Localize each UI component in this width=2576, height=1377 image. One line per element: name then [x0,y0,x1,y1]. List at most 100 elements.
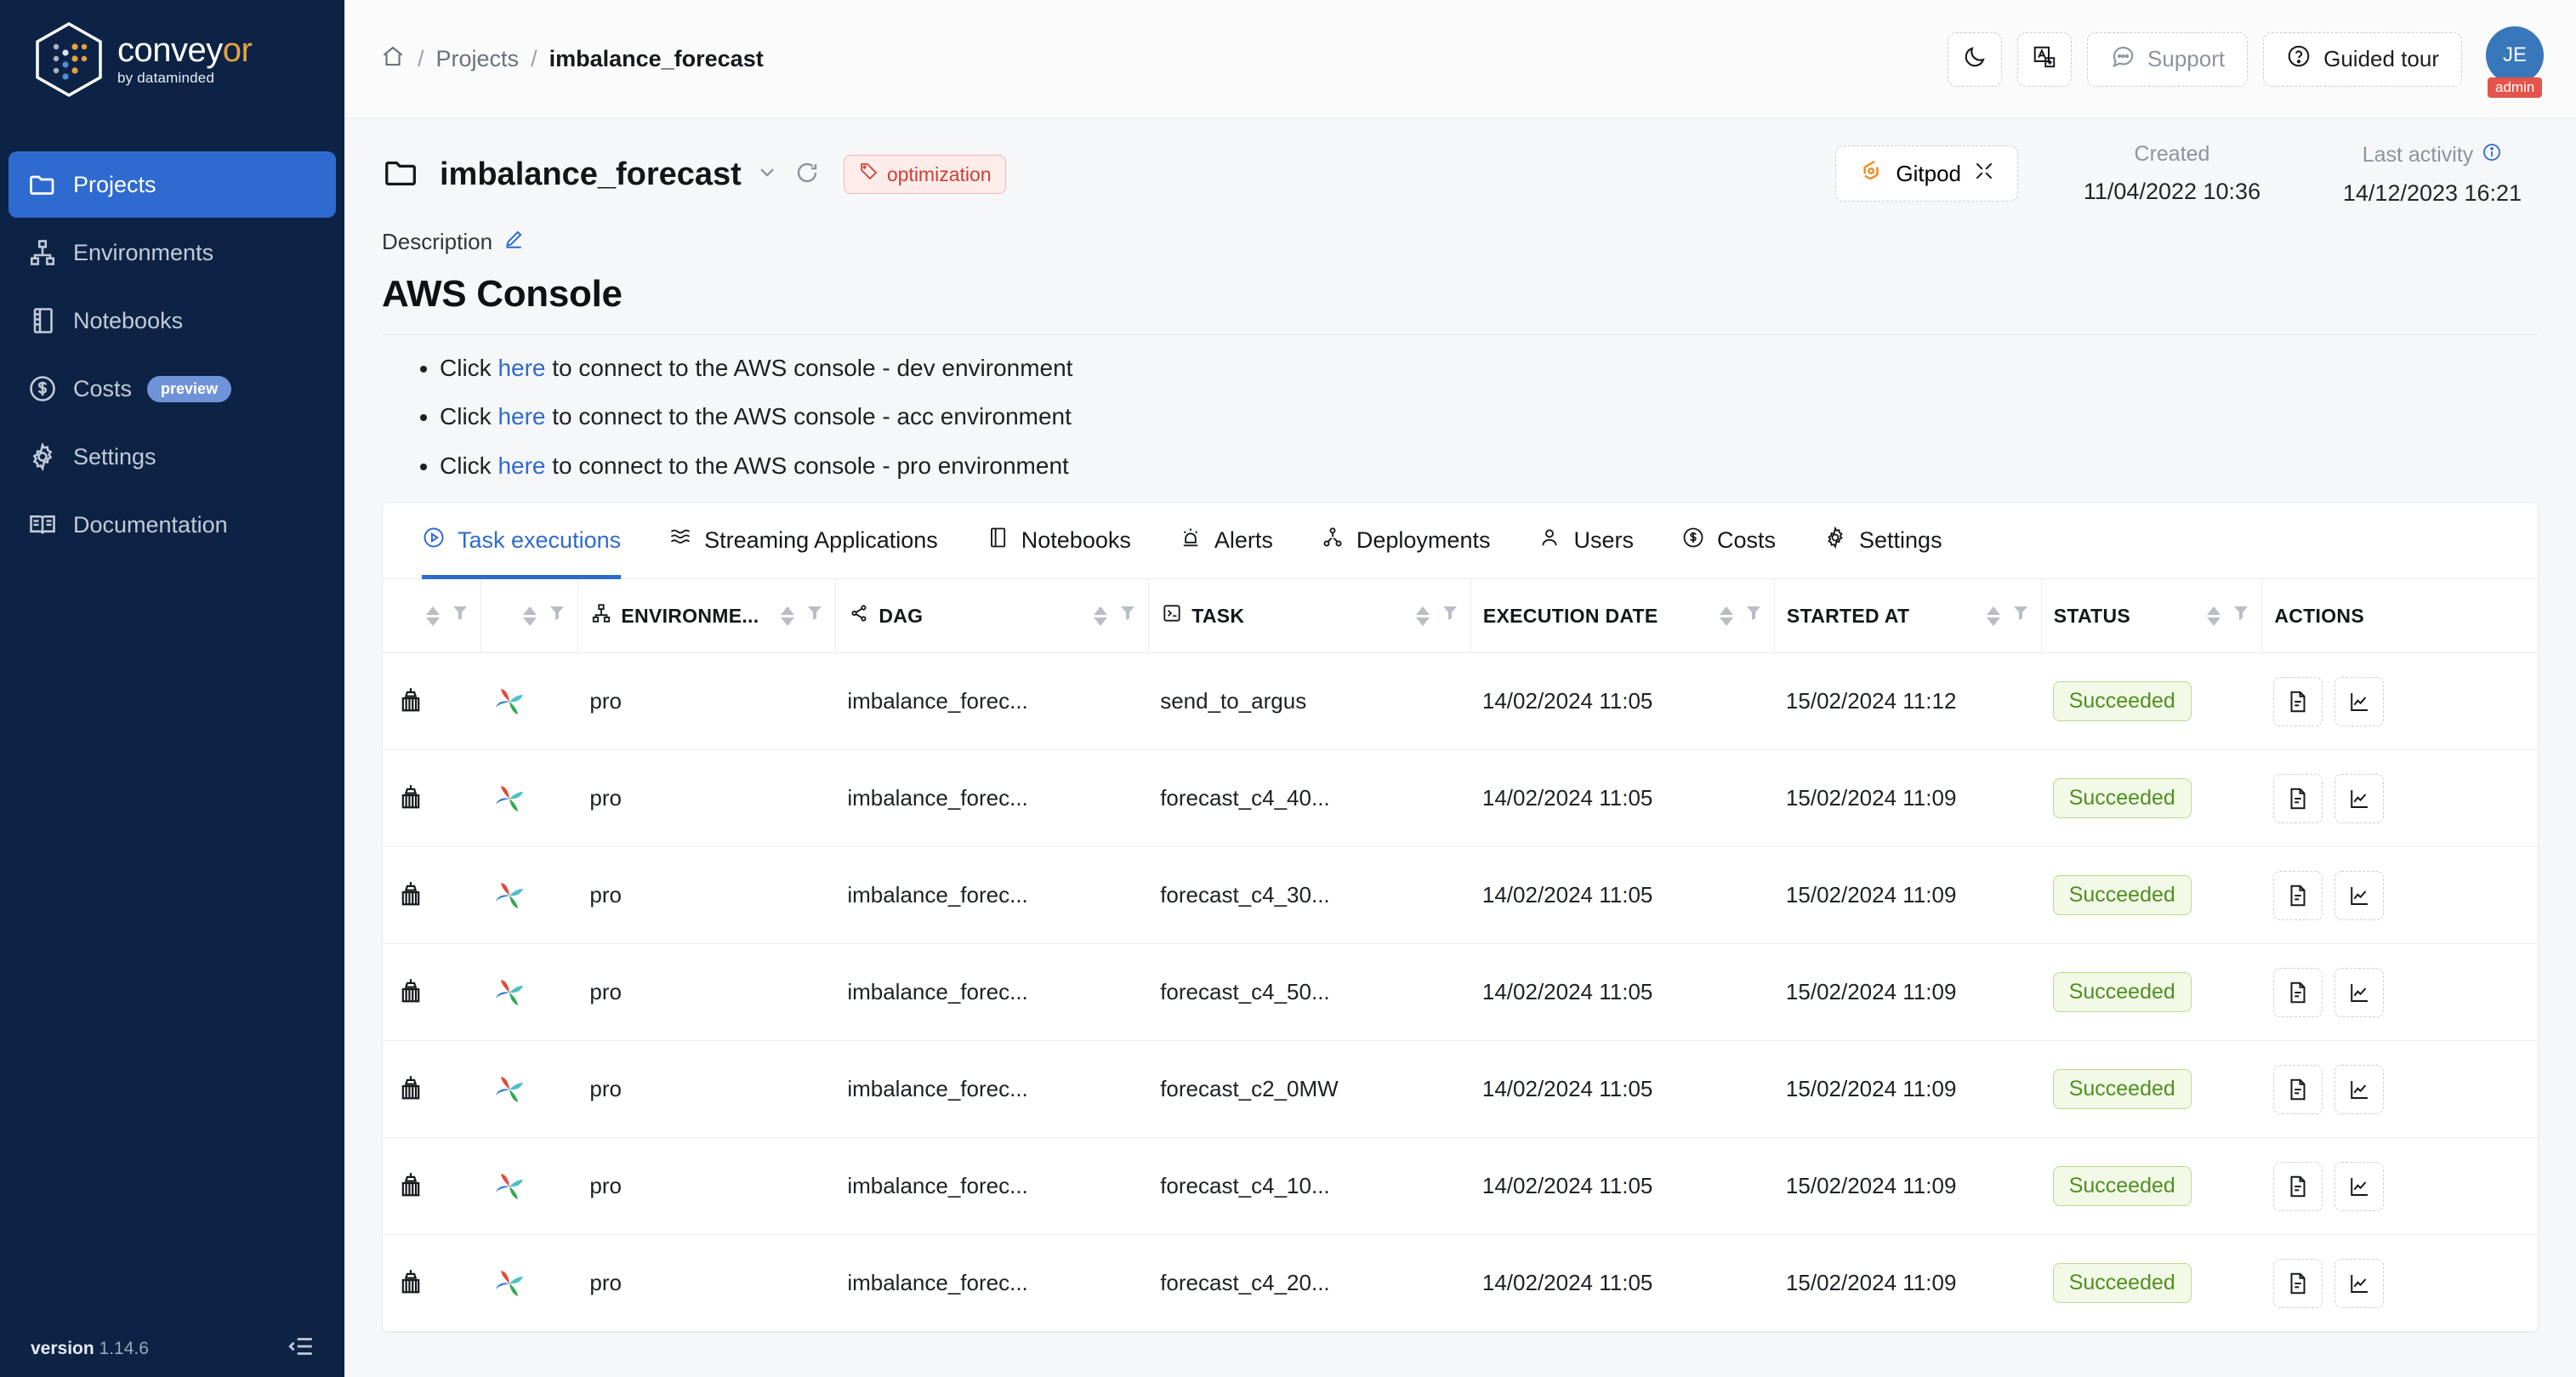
aws-console-link[interactable]: here [498,452,545,479]
logs-icon[interactable] [2273,1065,2323,1114]
cell-started-at: 15/02/2024 11:09 [1774,944,2041,1041]
sort-icon[interactable] [1094,606,1107,626]
sort-icon[interactable] [523,606,537,626]
table-row[interactable]: pro imbalance_forec... forecast_c4_10...… [383,1138,2538,1235]
sort-icon[interactable] [1416,606,1430,626]
tab-streaming-applications[interactable]: Streaming Applications [668,503,938,579]
sidebar-item-environments[interactable]: Environments [9,219,336,286]
sidebar-item-documentation[interactable]: Documentation [9,492,336,558]
filter-icon[interactable] [1743,603,1764,629]
description-bullet-list: Click here to connect to the AWS console… [382,356,2539,478]
filter-icon[interactable] [547,603,567,629]
sitemap-icon [27,237,68,268]
bullet-post: to connect to the AWS console - acc envi… [546,403,1072,430]
sidebar-item-projects[interactable]: Projects [9,151,336,218]
home-icon[interactable] [380,43,406,75]
table-row[interactable]: pro imbalance_forec... send_to_argus 14/… [383,653,2538,750]
bullet-pre: Click [440,452,498,479]
language-toggle[interactable] [2017,32,2072,87]
metrics-icon[interactable] [2334,871,2384,920]
aws-console-link[interactable]: here [498,403,545,430]
tab-deployments[interactable]: Deployments [1321,503,1491,579]
cell-task: forecast_c4_20... [1148,1235,1470,1332]
sidebar-item-notebooks[interactable]: Notebooks [9,287,336,354]
container-icon [395,1073,481,1106]
logs-icon[interactable] [2273,871,2323,920]
table-row[interactable]: pro imbalance_forec... forecast_c4_20...… [383,1235,2538,1332]
column-status: STATUS [2041,579,2262,653]
support-button[interactable]: Support [2087,32,2248,87]
info-icon[interactable] [2482,142,2502,168]
avatar[interactable]: JE admin [2486,26,2547,93]
tab-settings[interactable]: Settings [1823,503,1942,579]
logs-icon[interactable] [2273,1162,2323,1211]
table-row[interactable]: pro imbalance_forec... forecast_c4_40...… [383,750,2538,847]
sort-icon[interactable] [1720,606,1733,626]
sort-icon[interactable] [781,606,794,626]
breadcrumb-projects[interactable]: Projects [436,46,520,72]
logs-icon[interactable] [2273,774,2323,823]
sort-icon[interactable] [1987,606,2000,626]
gitpod-icon [1858,158,1884,190]
table-header-row: ENVIRONME... DAG [383,579,2538,653]
logs-icon[interactable] [2273,1259,2323,1308]
metrics-icon[interactable] [2334,774,2384,823]
metrics-icon[interactable] [2334,968,2384,1017]
filter-icon[interactable] [450,603,470,629]
brand-logo[interactable]: conveyor by dataminded [0,0,344,119]
cell-status: Succeeded [2041,1138,2262,1235]
logs-icon[interactable] [2273,968,2323,1017]
filter-icon[interactable] [1117,603,1138,629]
cell-task: forecast_c4_50... [1148,944,1470,1041]
airflow-icon [492,685,526,719]
filter-icon[interactable] [805,603,825,629]
tab-notebooks[interactable]: Notebooks [986,503,1131,579]
task-executions-table: ENVIRONME... DAG [383,579,2538,1332]
metrics-icon[interactable] [2334,1162,2384,1211]
chevron-down-icon[interactable] [755,160,779,190]
tab-costs[interactable]: Costs [1681,503,1776,579]
refresh-icon[interactable] [794,160,820,190]
filter-icon[interactable] [1440,603,1460,629]
gitpod-button[interactable]: Gitpod [1835,145,2018,202]
collapse-sidebar-icon[interactable] [287,1332,316,1365]
cell-scheduler [481,847,578,944]
table-row[interactable]: pro imbalance_forec... forecast_c2_0MW 1… [383,1041,2538,1138]
version-label: version [31,1339,94,1358]
tab-label: Alerts [1214,527,1273,554]
tab-alerts[interactable]: Alerts [1179,503,1273,579]
aws-console-link[interactable]: here [498,355,545,381]
status-badge[interactable]: optimization [844,155,1006,194]
tab-users[interactable]: Users [1538,503,1634,579]
sidebar-item-label: Documentation [73,512,228,538]
dark-mode-toggle[interactable] [1948,32,2002,87]
cell-dag: imbalance_forec... [835,944,1148,1041]
cell-actions [2261,653,2538,750]
page-title: imbalance_forecast [440,156,742,193]
main-content: / Projects / imbalance_forecast [344,0,2576,1377]
guided-tour-button[interactable]: Guided tour [2263,32,2462,87]
airflow-icon [492,1266,526,1300]
description-divider [382,334,2539,335]
logs-icon[interactable] [2273,677,2323,726]
metrics-icon[interactable] [2334,677,2384,726]
filter-icon[interactable] [2010,603,2031,629]
filter-icon[interactable] [2231,603,2251,629]
pencil-icon[interactable] [503,228,525,256]
metrics-icon[interactable] [2334,1065,2384,1114]
table-row[interactable]: pro imbalance_forec... forecast_c4_30...… [383,847,2538,944]
sort-icon[interactable] [2207,606,2221,626]
airflow-icon [492,976,526,1010]
sort-icon[interactable] [426,606,440,626]
sidebar-item-label: Costs [73,376,132,402]
last-activity-value: 14/12/2023 16:21 [2326,180,2539,207]
metrics-icon[interactable] [2334,1259,2384,1308]
cell-execution-date: 14/02/2024 11:05 [1470,750,1774,847]
sidebar-item-settings[interactable]: Settings [9,424,336,490]
table-row[interactable]: pro imbalance_forec... forecast_c4_50...… [383,944,2538,1041]
breadcrumb-separator: / [418,46,424,72]
sidebar-item-costs[interactable]: Costs preview [9,356,336,422]
cell-started-at: 15/02/2024 11:09 [1774,847,2041,944]
column-task: TASK [1148,579,1470,653]
tab-task-executions[interactable]: Task executions [422,503,621,579]
